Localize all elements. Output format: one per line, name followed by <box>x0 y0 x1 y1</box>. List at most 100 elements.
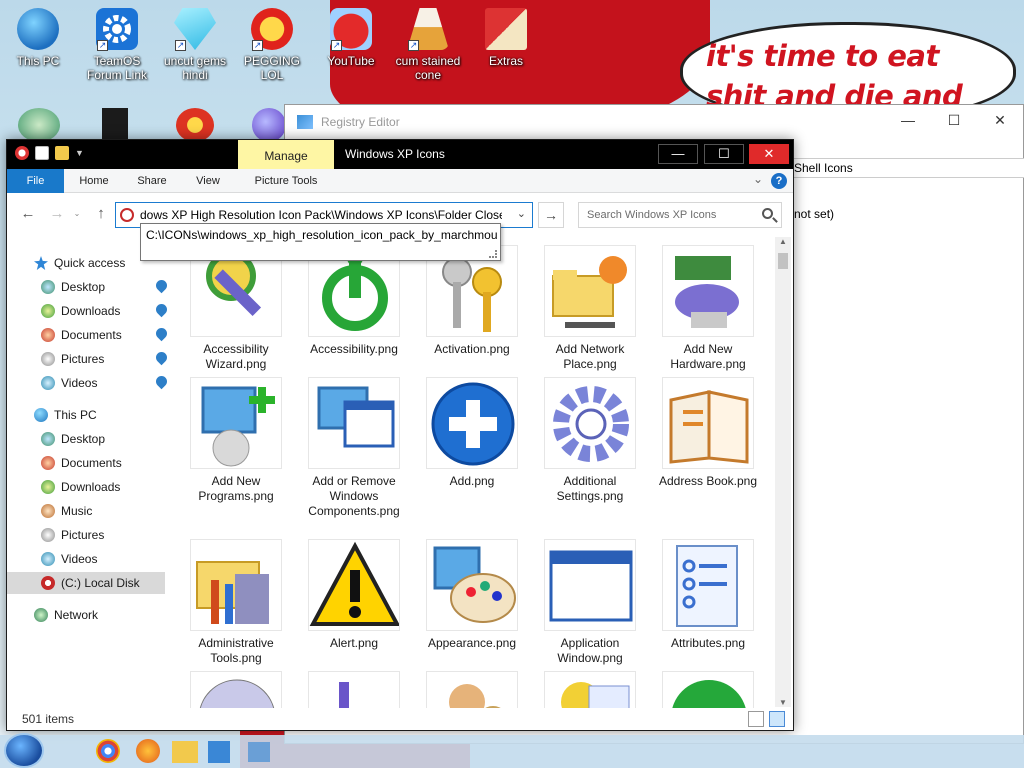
explorer-window[interactable]: ▼ Manage Windows XP Icons — ☐ ✕ File Hom… <box>6 139 794 731</box>
app-icon[interactable] <box>15 146 29 160</box>
search-input[interactable]: Search Windows XP Icons <box>587 209 716 221</box>
desktop-icon-partial-purple[interactable] <box>252 108 286 142</box>
details-view-icon[interactable] <box>748 711 764 727</box>
desktop-folder-icon <box>41 280 55 294</box>
file-item[interactable]: Address Book.png <box>653 377 763 489</box>
desktop-icon-partial-dark[interactable] <box>102 108 128 142</box>
nav-pc-documents[interactable]: Documents <box>41 452 165 474</box>
tab-picture-tools[interactable]: Picture Tools <box>238 169 334 193</box>
close-button[interactable]: ✕ <box>749 144 789 164</box>
check-circle-icon <box>662 671 754 708</box>
tab-file[interactable]: File <box>7 169 64 193</box>
file-item[interactable]: Attributes.png <box>653 539 763 651</box>
address-input[interactable]: dows XP High Resolution Icon Pack\Window… <box>140 208 502 222</box>
scroll-down-icon[interactable]: ▼ <box>775 698 791 707</box>
tab-manage[interactable]: Manage <box>238 140 334 169</box>
search-icon <box>762 208 773 219</box>
nav-pc-desktop[interactable]: Desktop <box>41 428 165 450</box>
file-name: Add.png <box>449 474 495 488</box>
quick-access-toolbar: ▼ <box>15 146 84 160</box>
close-button[interactable]: ✕ <box>977 105 1023 135</box>
nav-pc-downloads[interactable]: Downloads <box>41 476 165 498</box>
desktop-icon-uncut-gems[interactable]: ↗ uncut gems hindi <box>157 8 233 82</box>
properties-icon[interactable] <box>35 146 49 160</box>
file-name: Activation.png <box>434 342 510 356</box>
file-item-partial[interactable] <box>417 671 527 708</box>
scroll-thumb[interactable] <box>778 253 788 269</box>
help-icon[interactable]: ? <box>771 173 787 189</box>
pictures-folder-icon <box>41 352 55 366</box>
minimize-button[interactable]: — <box>885 105 931 135</box>
customize-toolbar-icon[interactable]: ▼ <box>75 148 84 158</box>
desktop-icon-extras[interactable]: Extras <box>468 8 544 68</box>
vertical-scrollbar[interactable]: ▲ ▼ <box>775 237 791 707</box>
desktop-icon-partial-globe[interactable] <box>18 108 60 142</box>
tab-share[interactable]: Share <box>128 169 176 193</box>
file-item-partial[interactable] <box>535 671 645 708</box>
nav-qa-videos[interactable]: Videos <box>41 372 170 394</box>
new-folder-icon[interactable] <box>55 146 69 160</box>
explorer-titlebar[interactable]: ▼ Manage Windows XP Icons — ☐ ✕ <box>7 140 793 169</box>
file-item[interactable]: Add or Remove Windows Components.png <box>299 377 409 519</box>
nav-this-pc[interactable]: This PC <box>34 404 165 426</box>
minimize-button[interactable]: — <box>658 144 698 164</box>
file-item[interactable]: Add New Hardware.png <box>653 245 763 372</box>
back-arrow-icon[interactable]: ← <box>18 204 38 224</box>
file-item[interactable]: Application Window.png <box>535 539 645 666</box>
file-item[interactable]: Administrative Tools.png <box>181 539 291 666</box>
nav-network[interactable]: Network <box>34 604 165 626</box>
desktop-icon-label: PEGGING LOL <box>243 54 300 82</box>
nav-pc-videos[interactable]: Videos <box>41 548 165 570</box>
file-item-partial[interactable] <box>653 671 763 708</box>
file-item[interactable]: Accessibility Wizard.png <box>181 245 291 372</box>
regedit-taskbar-icon[interactable] <box>248 742 270 762</box>
scroll-up-icon[interactable]: ▲ <box>775 237 791 246</box>
large-icons-view-icon[interactable] <box>769 711 785 727</box>
recent-locations-icon[interactable]: ⌄ <box>67 204 87 224</box>
file-item[interactable]: Additional Settings.png <box>535 377 645 504</box>
shortcut-arrow-icon: ↗ <box>331 40 342 51</box>
go-arrow-button[interactable]: → <box>538 202 564 228</box>
desktop-icon-pegging[interactable]: ↗ PEGGING LOL <box>234 8 310 82</box>
file-item[interactable]: Add.png <box>417 377 527 489</box>
nav-qa-pictures[interactable]: Pictures <box>41 348 170 370</box>
add-programs-icon <box>190 377 282 469</box>
chrome-icon[interactable] <box>96 739 120 763</box>
desktop-icon-cone[interactable]: ↗ cum stained cone <box>390 8 466 82</box>
nav-qa-desktop[interactable]: Desktop <box>41 276 170 298</box>
start-button[interactable] <box>4 733 44 768</box>
file-item[interactable]: Activation.png <box>417 245 527 357</box>
maximize-button[interactable]: ☐ <box>931 105 977 135</box>
nav-pc-music[interactable]: Music <box>41 500 165 522</box>
address-dropdown-icon[interactable]: ⌄ <box>517 207 526 220</box>
desktop-icon-youtube[interactable]: ↗ YouTube <box>313 8 389 68</box>
nav-pc-local-disk[interactable]: (C:) Local Disk <box>7 572 165 594</box>
shortcut-arrow-icon: ↗ <box>175 40 186 51</box>
maximize-button[interactable]: ☐ <box>704 144 744 164</box>
file-item[interactable]: Appearance.png <box>417 539 527 651</box>
tab-view[interactable]: View <box>185 169 231 193</box>
store-icon[interactable] <box>208 741 230 763</box>
file-item[interactable]: Add New Programs.png <box>181 377 291 504</box>
file-item[interactable]: Add Network Place.png <box>535 245 645 372</box>
file-item[interactable]: Accessibility.png <box>299 245 409 357</box>
file-item-partial[interactable] <box>181 671 291 708</box>
nav-pc-pictures[interactable]: Pictures <box>41 524 165 546</box>
nav-qa-downloads[interactable]: Downloads <box>41 300 170 322</box>
computer-icon <box>34 408 48 422</box>
resize-grip-icon[interactable] <box>489 250 497 258</box>
search-box[interactable]: Search Windows XP Icons <box>578 202 782 228</box>
file-explorer-icon[interactable] <box>172 741 198 763</box>
tab-home[interactable]: Home <box>70 169 118 193</box>
expand-ribbon-icon[interactable]: ⌄ <box>753 172 763 186</box>
desktop-icon-partial-red[interactable] <box>176 108 214 142</box>
nav-qa-documents[interactable]: Documents <box>41 324 170 346</box>
forward-arrow-icon[interactable]: → <box>47 204 67 224</box>
desktop-icon-teamos[interactable]: ↗ TeamOS Forum Link <box>79 8 155 82</box>
file-item-partial[interactable] <box>299 671 409 708</box>
firefox-icon[interactable] <box>136 739 160 763</box>
star-icon <box>34 256 48 270</box>
up-arrow-icon[interactable]: ↑ <box>91 204 111 224</box>
desktop-icon-this-pc[interactable]: This PC <box>0 8 76 68</box>
file-item[interactable]: Alert.png <box>299 539 409 651</box>
